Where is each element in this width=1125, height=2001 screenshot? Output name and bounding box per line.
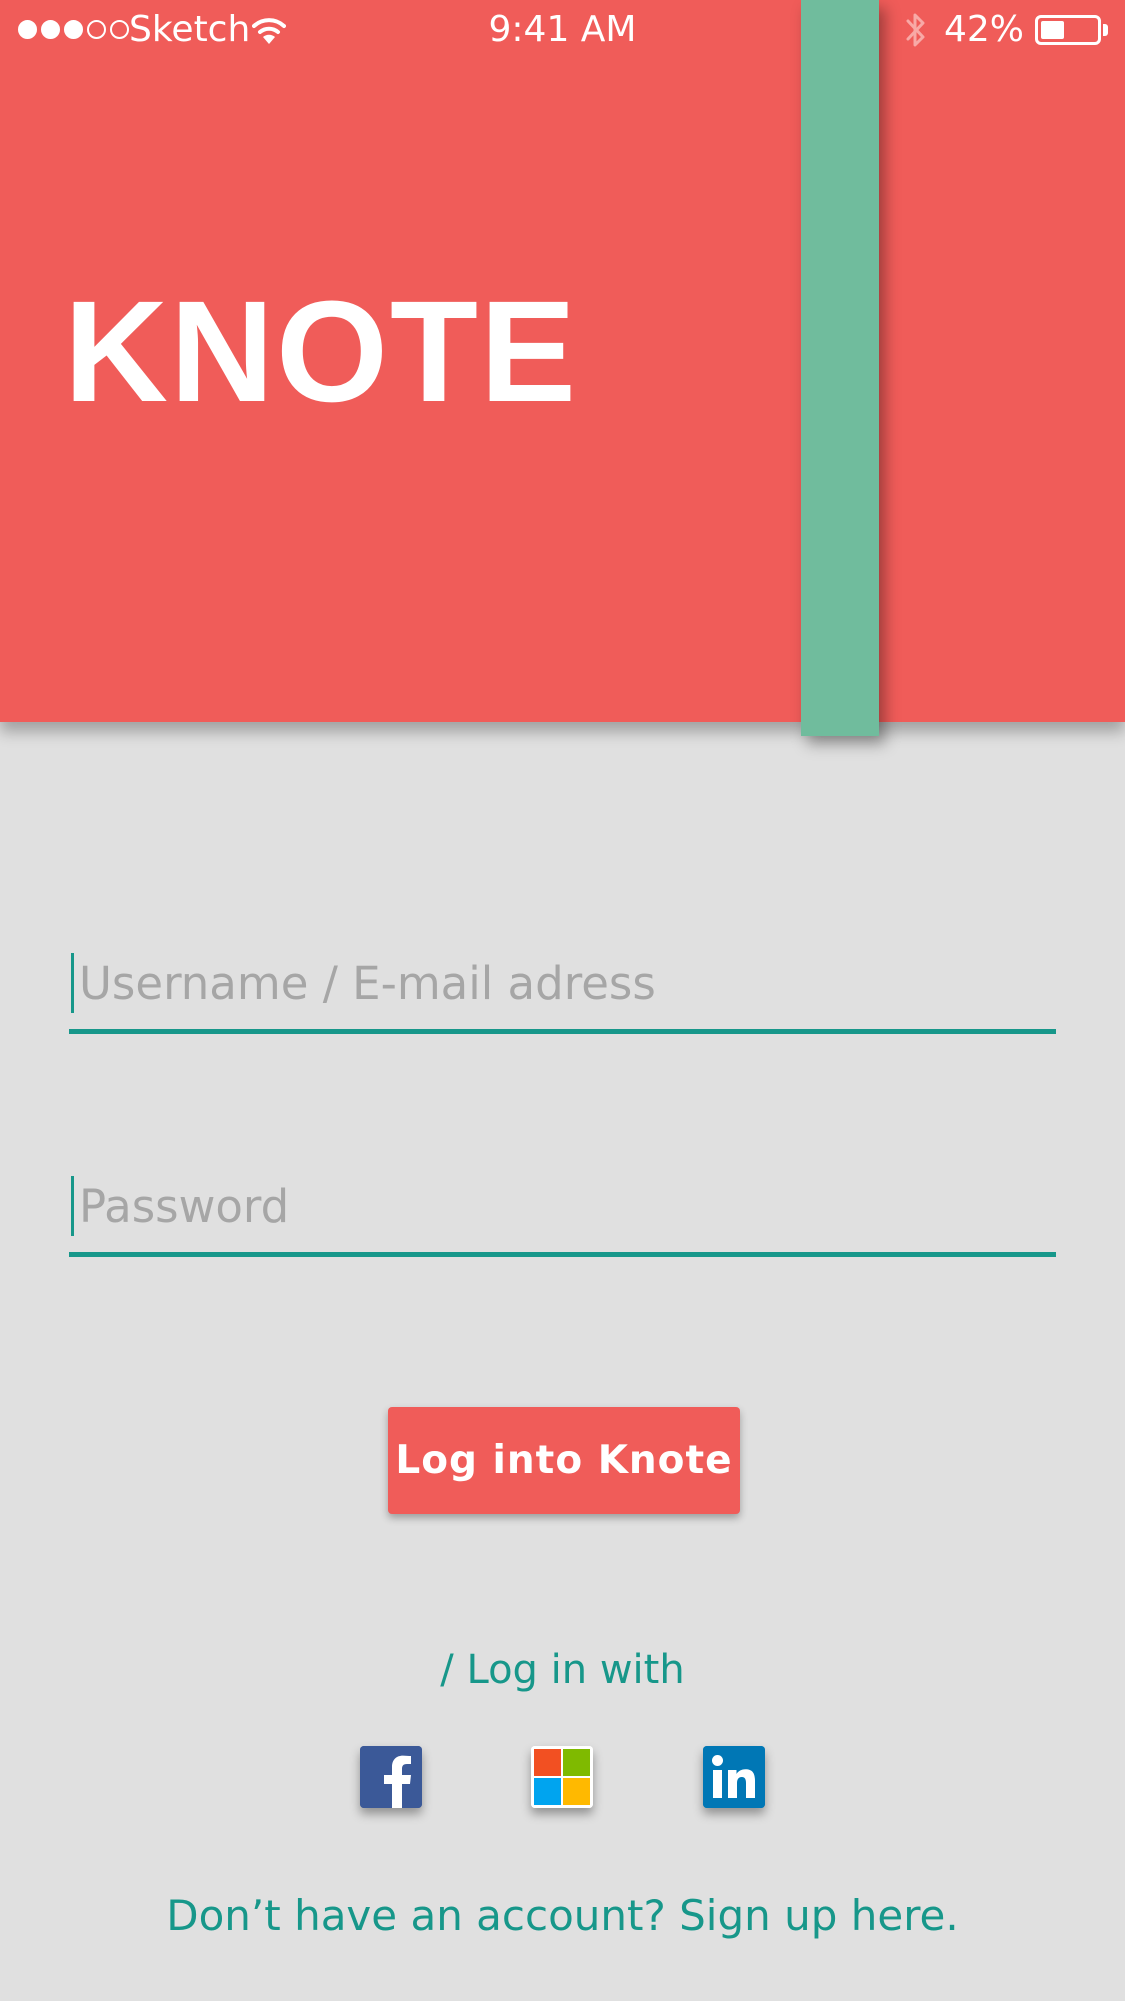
bookmark-ribbon	[801, 0, 879, 736]
signup-link[interactable]: Don’t have an account? Sign up here.	[0, 1886, 1125, 1946]
microsoft-login-button[interactable]	[531, 1746, 593, 1808]
username-field[interactable]	[69, 937, 1056, 1034]
battery-percent: 42%	[944, 9, 1025, 50]
linkedin-login-button[interactable]	[703, 1746, 765, 1808]
social-login-label: / Log in with	[440, 1647, 685, 1693]
login-button[interactable]: Log into Knote	[388, 1407, 740, 1514]
app-title: KNOTE	[64, 271, 578, 432]
microsoft-icon	[531, 1746, 593, 1808]
bluetooth-icon	[903, 10, 929, 59]
battery-level	[1041, 21, 1064, 39]
password-input[interactable]	[69, 1160, 1056, 1252]
username-input[interactable]	[69, 937, 1056, 1029]
password-field[interactable]	[69, 1160, 1056, 1257]
status-bar: Sketch 9:41 AM 42%	[0, 0, 1125, 60]
facebook-login-button[interactable]	[360, 1746, 422, 1808]
linkedin-icon	[703, 1746, 765, 1808]
battery-icon	[1035, 15, 1101, 45]
facebook-icon	[360, 1746, 422, 1808]
battery-cap	[1103, 24, 1108, 36]
